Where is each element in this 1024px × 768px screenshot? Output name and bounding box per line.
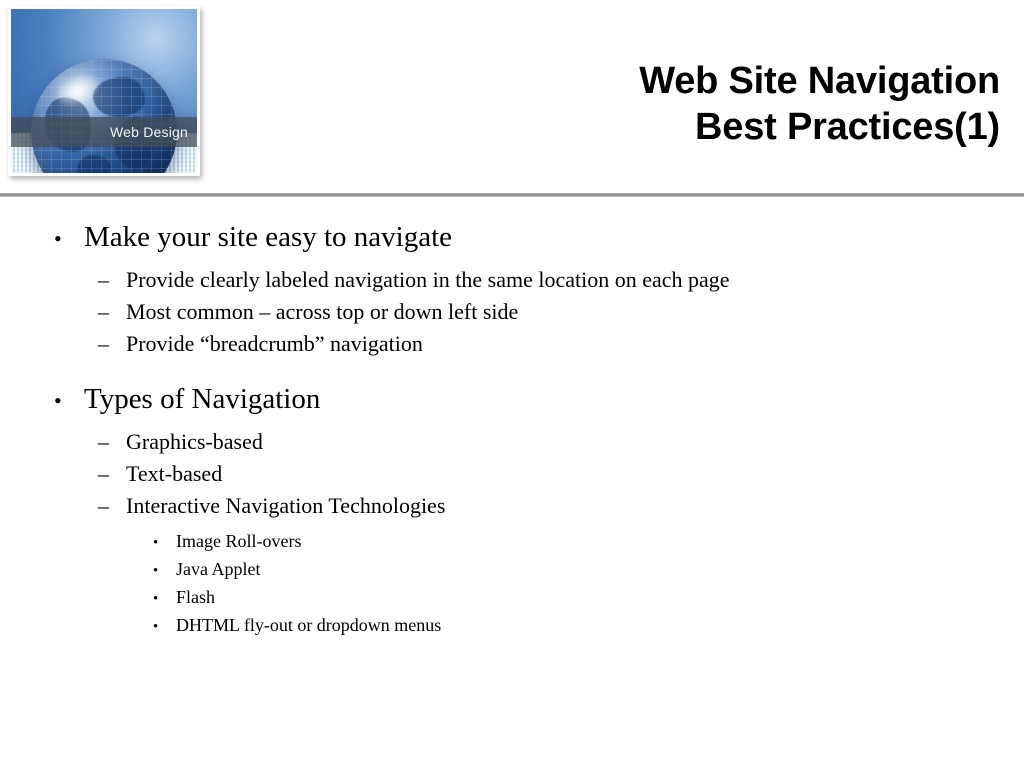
bullet-marker: • xyxy=(54,388,62,413)
image-caption-text: Web Design xyxy=(109,124,188,140)
header-image-frame: Web Design xyxy=(8,6,200,176)
bullet-text: DHTML fly-out or dropdown menus xyxy=(176,615,442,635)
bullet-marker: – xyxy=(98,429,109,454)
bullet-item: – Provide clearly labeled navigation in … xyxy=(0,264,1024,296)
bullet-item: • DHTML fly-out or dropdown menus xyxy=(0,612,1024,640)
slide-canvas: Web Design Web Site Navigation Best Prac… xyxy=(0,0,1024,768)
bullet-item: • Types of Navigation xyxy=(0,382,1024,418)
image-caption-band: Web Design xyxy=(11,117,197,147)
slide-title-line-2: Best Practices(1) xyxy=(695,106,1000,148)
bullet-text: Types of Navigation xyxy=(84,383,321,415)
bullet-item: • Image Roll-overs xyxy=(0,528,1024,556)
bullet-marker: • xyxy=(153,563,159,579)
bullet-text: Java Applet xyxy=(176,559,261,579)
bullet-item: • Make your site easy to navigate xyxy=(0,220,1024,256)
bullet-marker: • xyxy=(153,535,159,551)
slide-title-line-1: Web Site Navigation xyxy=(639,60,1000,102)
bullet-item: – Provide “breadcrumb” navigation xyxy=(0,328,1024,360)
bullet-marker: • xyxy=(153,619,159,635)
bullet-text: Text-based xyxy=(126,461,223,486)
bullet-text: Graphics-based xyxy=(126,429,263,454)
bullet-item: – Graphics-based xyxy=(0,426,1024,458)
bullet-text: Most common – across top or down left si… xyxy=(126,299,519,324)
bullet-item: – Most common – across top or down left … xyxy=(0,296,1024,328)
bullet-marker: – xyxy=(98,299,109,324)
bullet-text: Make your site easy to navigate xyxy=(84,221,453,253)
slide-body-list: • Make your site easy to navigate – Prov… xyxy=(0,220,1024,640)
bullet-text: Provide “breadcrumb” navigation xyxy=(126,331,423,356)
bullet-text: Provide clearly labeled navigation in th… xyxy=(126,267,730,292)
bullet-marker: • xyxy=(54,226,62,251)
title-divider xyxy=(0,193,1024,197)
bullet-marker: – xyxy=(98,493,109,518)
bullet-marker: – xyxy=(98,267,109,292)
bullet-item: – Interactive Navigation Technologies xyxy=(0,490,1024,522)
bullet-text: Interactive Navigation Technologies xyxy=(126,493,446,518)
bullet-text: Flash xyxy=(176,587,216,607)
bullet-item: – Text-based xyxy=(0,458,1024,490)
bullet-marker: • xyxy=(153,591,159,607)
bullet-text: Image Roll-overs xyxy=(176,531,302,551)
web-design-globe-image: Web Design xyxy=(11,9,197,173)
slide-title: Web Site Navigation Best Practices(1) xyxy=(220,58,1000,150)
bullet-marker: – xyxy=(98,331,109,356)
bullet-item: • Flash xyxy=(0,584,1024,612)
bullet-item: • Java Applet xyxy=(0,556,1024,584)
bullet-marker: – xyxy=(98,461,109,486)
